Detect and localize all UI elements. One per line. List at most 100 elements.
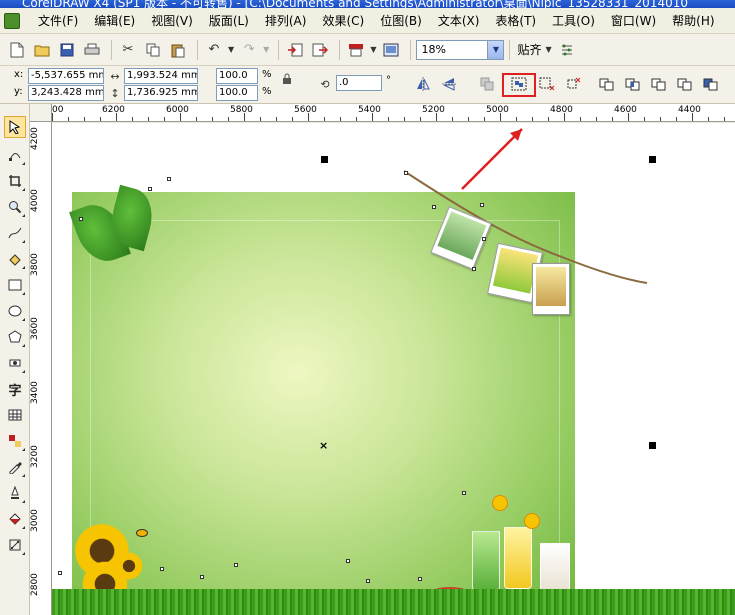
launcher-dropdown-icon[interactable]: ▼ (370, 45, 376, 54)
text-tool-icon[interactable]: 字 (4, 378, 26, 400)
ruler-origin[interactable] (30, 104, 52, 122)
fill-tool-icon[interactable] (4, 508, 26, 530)
outline-tool-icon[interactable] (4, 482, 26, 504)
menu-edit[interactable]: 编辑(E) (86, 12, 143, 29)
hanging-photo[interactable] (532, 263, 570, 315)
object-node[interactable] (404, 171, 408, 175)
object-node[interactable] (346, 559, 350, 563)
object-node[interactable] (234, 563, 238, 567)
object-node[interactable] (482, 237, 486, 241)
object-node[interactable] (418, 577, 422, 581)
zoom-tool-icon[interactable] (4, 196, 26, 218)
yellow-drink-glass[interactable] (504, 527, 532, 589)
menu-window[interactable]: 窗口(W) (603, 12, 664, 29)
menu-layout[interactable]: 版面(L) (201, 12, 257, 29)
object-node[interactable] (366, 579, 370, 583)
scale-x-field[interactable]: 100.0 (216, 68, 258, 84)
grass-graphic[interactable] (52, 589, 735, 615)
menu-text[interactable]: 文本(X) (430, 12, 488, 29)
import-icon[interactable] (284, 39, 306, 61)
crop-tool-icon[interactable] (4, 170, 26, 192)
object-node[interactable] (432, 205, 436, 209)
ellipse-tool-icon[interactable] (4, 300, 26, 322)
menu-view[interactable]: 视图(V) (143, 12, 201, 29)
height-field[interactable]: 1,736.925 mm (124, 85, 198, 101)
mirror-horizontal-icon[interactable] (414, 75, 432, 93)
freehand-tool-icon[interactable] (4, 222, 26, 244)
lemon-slice-graphic[interactable] (524, 513, 540, 529)
pick-tool-icon[interactable] (4, 116, 26, 138)
scale-y-field[interactable]: 100.0 (216, 85, 258, 101)
object-node[interactable] (79, 217, 83, 221)
horizontal-ruler[interactable]: 00 6200 6000 5800 5600 5400 5200 5000 48… (52, 104, 735, 122)
lock-ratio-icon[interactable] (278, 70, 296, 88)
smart-fill-tool-icon[interactable] (4, 248, 26, 270)
selection-center-marker[interactable]: × (319, 439, 328, 452)
interactive-fill-tool-icon[interactable] (4, 534, 26, 556)
interactive-blend-tool-icon[interactable] (4, 430, 26, 452)
menu-arrange[interactable]: 排列(A) (257, 12, 315, 29)
menu-bitmaps[interactable]: 位图(B) (372, 12, 430, 29)
object-node[interactable] (167, 177, 171, 181)
object-node[interactable] (480, 203, 484, 207)
undo-icon[interactable]: ↶ (203, 39, 225, 61)
menu-file[interactable]: 文件(F) (30, 12, 86, 29)
object-node[interactable] (200, 575, 204, 579)
chevron-down-icon[interactable]: ▼ (487, 40, 504, 59)
object-node[interactable] (148, 187, 152, 191)
menu-effects[interactable]: 效果(C) (314, 12, 372, 29)
width-field[interactable]: 1,993.524 mm (124, 68, 198, 84)
redo-icon[interactable]: ↷ (238, 39, 260, 61)
redo-dropdown-icon[interactable]: ▼ (263, 45, 269, 54)
selection-handle[interactable] (649, 156, 656, 163)
cut-icon[interactable]: ✂ (117, 39, 139, 61)
menu-help[interactable]: 帮助(H) (664, 12, 722, 29)
app-icon[interactable] (4, 12, 20, 29)
save-icon[interactable] (56, 39, 78, 61)
copy-icon[interactable] (142, 39, 164, 61)
menu-tools[interactable]: 工具(O) (544, 12, 603, 29)
undo-dropdown-icon[interactable]: ▼ (228, 45, 234, 54)
ungroup-icon[interactable] (538, 75, 556, 93)
welcome-screen-icon[interactable] (380, 39, 402, 61)
front-minus-back-icon[interactable] (702, 75, 720, 93)
options-icon[interactable] (556, 39, 578, 61)
y-position-field[interactable]: 3,243.428 mm (28, 85, 104, 101)
export-icon[interactable] (309, 39, 331, 61)
green-drink-glass[interactable] (472, 531, 500, 591)
snap-dropdown-icon[interactable]: ▼ (545, 45, 551, 54)
combine-icon[interactable] (478, 75, 496, 93)
polygon-tool-icon[interactable] (4, 326, 26, 348)
object-node[interactable] (160, 567, 164, 571)
application-launcher-icon[interactable] (345, 39, 367, 61)
menu-table[interactable]: 表格(T) (487, 12, 544, 29)
table-tool-icon[interactable] (4, 404, 26, 426)
paste-icon[interactable] (167, 39, 189, 61)
eyedropper-tool-icon[interactable] (4, 456, 26, 478)
bee-graphic[interactable] (136, 529, 148, 537)
selection-handle[interactable] (321, 156, 328, 163)
sunflower-graphic[interactable] (114, 551, 144, 581)
object-node[interactable] (58, 571, 62, 575)
weld-icon[interactable] (598, 75, 616, 93)
milk-drink-glass[interactable] (540, 543, 570, 595)
print-icon[interactable] (81, 39, 103, 61)
intersect-icon[interactable] (650, 75, 668, 93)
object-node[interactable] (472, 267, 476, 271)
shape-tool-icon[interactable] (4, 144, 26, 166)
mirror-vertical-icon[interactable] (440, 75, 458, 93)
drawing-canvas[interactable]: × (52, 123, 735, 615)
x-position-field[interactable]: -5,537.655 mm (28, 68, 104, 84)
trim-icon[interactable] (624, 75, 642, 93)
vertical-ruler[interactable]: 4200 4000 3800 3600 3400 3200 3000 2800 (30, 122, 52, 615)
rotation-angle-field[interactable]: .0 (336, 75, 382, 91)
object-node[interactable] (462, 491, 466, 495)
selection-handle[interactable] (649, 442, 656, 449)
ungroup-all-icon[interactable] (564, 75, 582, 93)
simplify-icon[interactable] (676, 75, 694, 93)
rectangle-tool-icon[interactable] (4, 274, 26, 296)
open-folder-icon[interactable] (31, 39, 53, 61)
new-document-icon[interactable] (6, 39, 28, 61)
zoom-level-select[interactable]: 18% ▼ (416, 39, 505, 60)
basic-shapes-tool-icon[interactable] (4, 352, 26, 374)
